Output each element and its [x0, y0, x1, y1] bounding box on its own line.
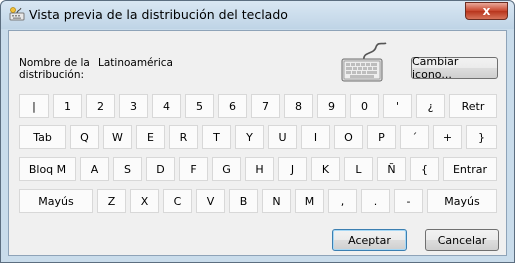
key: D [146, 157, 175, 181]
key: Q [70, 125, 99, 149]
layout-name-value: Latinoamérica [98, 57, 173, 69]
key: Ñ [377, 157, 406, 181]
key: N [262, 189, 291, 213]
key: M [295, 189, 324, 213]
key: T [202, 125, 231, 149]
key: 1 [53, 94, 82, 118]
key: , [328, 189, 357, 213]
key: S [113, 157, 142, 181]
key: Z [97, 189, 126, 213]
close-icon: x [482, 4, 491, 18]
key: 3 [119, 94, 148, 118]
close-button[interactable]: x [465, 2, 508, 20]
key: Mayús [427, 189, 497, 213]
keyboard-icon [9, 6, 25, 22]
key: ´ [400, 125, 429, 149]
key: Bloq M [19, 157, 76, 181]
key: 7 [251, 94, 280, 118]
key: ¿ [416, 94, 445, 118]
key: L [344, 157, 373, 181]
key: O [334, 125, 363, 149]
key: 4 [152, 94, 181, 118]
key: B [229, 189, 258, 213]
key: K [311, 157, 340, 181]
key: . [361, 189, 390, 213]
key: Tab [19, 125, 66, 149]
accept-button[interactable]: Aceptar [332, 229, 407, 251]
dialog-client: Nombre de la distribución: Latinoamérica [8, 30, 507, 256]
key: 8 [284, 94, 313, 118]
key: 2 [86, 94, 115, 118]
key: R [169, 125, 198, 149]
key: ' [383, 94, 412, 118]
key: 5 [185, 94, 214, 118]
key: 6 [218, 94, 247, 118]
key: H [245, 157, 274, 181]
key: U [268, 125, 297, 149]
title-bar[interactable]: Vista previa de la distribución del tecl… [1, 1, 514, 29]
key: C [163, 189, 192, 213]
key: E [136, 125, 165, 149]
key: A [80, 157, 109, 181]
key: G [212, 157, 241, 181]
keyboard-icon [340, 39, 388, 83]
key: J [278, 157, 307, 181]
key: } [466, 125, 497, 149]
key: + [433, 125, 462, 149]
key: { [410, 157, 439, 181]
key: Mayús [19, 189, 93, 213]
key: F [179, 157, 208, 181]
cancel-button[interactable]: Cancelar [425, 229, 499, 251]
key: Retr [449, 94, 497, 118]
key: P [367, 125, 396, 149]
key: Entrar [443, 157, 497, 181]
key: | [19, 94, 49, 118]
key: V [196, 189, 225, 213]
key: W [103, 125, 132, 149]
dialog-window: Vista previa de la distribución del tecl… [0, 0, 515, 263]
key: 9 [317, 94, 346, 118]
window-title: Vista previa de la distribución del tecl… [29, 7, 288, 22]
key: - [394, 189, 423, 213]
key: 0 [350, 94, 379, 118]
key: Y [235, 125, 264, 149]
change-icon-button[interactable]: Cambiar icono... [411, 55, 498, 81]
keyboard-preview: | 1 2 3 4 5 6 7 8 9 0 ' ¿ Retr Tab Q W E… [15, 90, 500, 218]
key: X [130, 189, 159, 213]
layout-name-label: Nombre de la distribución: [19, 57, 90, 81]
key: I [301, 125, 330, 149]
